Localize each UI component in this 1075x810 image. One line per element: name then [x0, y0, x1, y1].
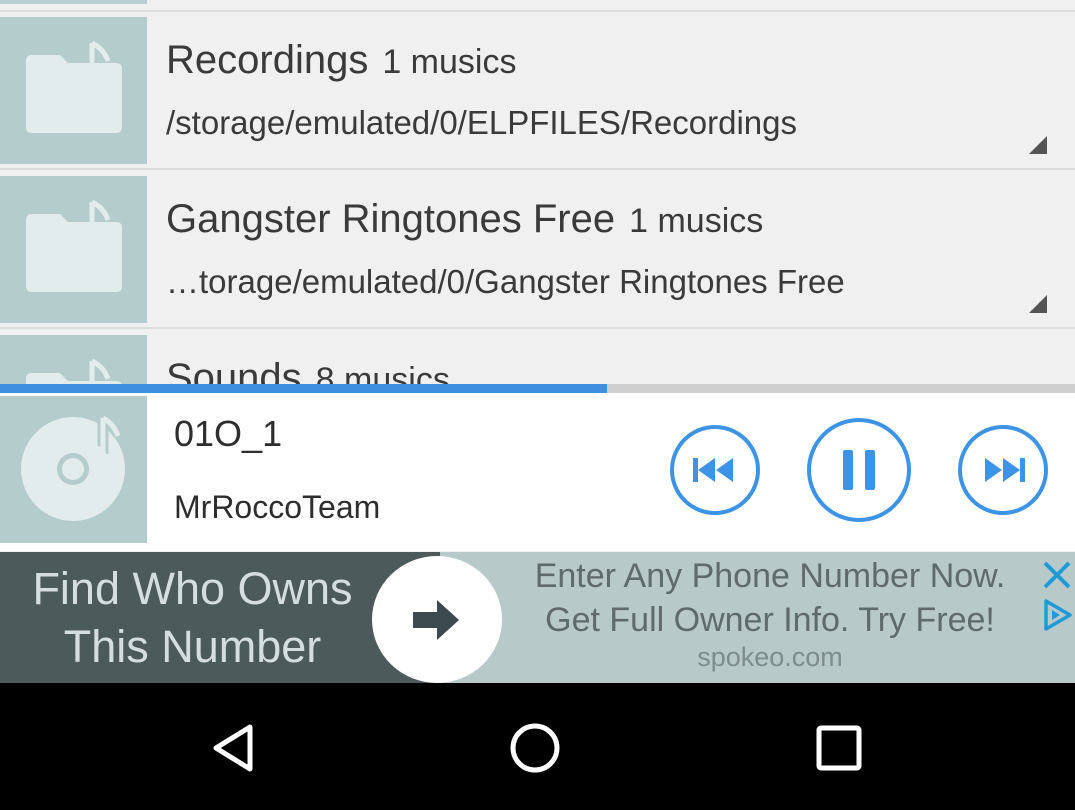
arrow-right-icon: [413, 599, 459, 640]
ad-headline-line2: This Number: [63, 621, 322, 672]
folder-item-sounds[interactable]: Sounds 8 musics: [0, 330, 1075, 384]
folder-title-line: Gangster Ringtones Free 1 musics: [166, 197, 763, 242]
ad-body-line2: Get Full Owner Info. Try Free!: [545, 601, 995, 639]
previous-button[interactable]: [670, 425, 760, 515]
recents-icon: [816, 725, 862, 771]
playback-progress-fill: [0, 384, 608, 393]
system-navigation-bar: [0, 683, 1075, 810]
ad-headline: Find Who Owns This Number: [0, 560, 385, 676]
close-icon: [1043, 561, 1071, 589]
pause-button[interactable]: [807, 418, 911, 522]
folder-title-line: Recordings 1 musics: [166, 38, 516, 83]
folder-title-line: Sounds 8 musics: [166, 356, 450, 384]
home-icon: [510, 723, 560, 773]
folder-title: Gangster Ringtones Free: [166, 197, 616, 241]
folder-path: …torage/emulated/0/Gangster Ringtones Fr…: [166, 263, 845, 300]
folder-count: 8 musics: [315, 361, 450, 384]
ad-close-button[interactable]: [1040, 558, 1074, 592]
track-title: 01O_1: [174, 413, 283, 454]
ad-body: Enter Any Phone Number Now. Get Full Own…: [510, 554, 1030, 642]
nav-home-button[interactable]: [500, 713, 570, 783]
disc-music-icon: [21, 415, 125, 521]
skip-next-icon: [985, 458, 1025, 482]
folder-thumbnail: [0, 335, 147, 384]
mini-player[interactable]: 01O_1 MrRoccoTeam: [0, 393, 1075, 551]
folder-path: /storage/emulated/0/ELPFILES/Recordings: [166, 104, 798, 141]
folder-title: Sounds: [166, 356, 302, 384]
ad-banner[interactable]: Find Who Owns This Number Enter Any Phon…: [0, 552, 1075, 683]
folder-music-icon: [26, 199, 122, 292]
nav-back-button[interactable]: [198, 713, 268, 783]
pause-icon: [843, 450, 875, 490]
skip-previous-icon: [693, 458, 733, 482]
ad-headline-line1: Find Who Owns: [32, 563, 353, 614]
folder-count: 1 musics: [382, 43, 517, 81]
folder-thumbnail: [0, 176, 147, 323]
folder-thumbnail: [0, 0, 147, 4]
adchoices-icon: [1044, 599, 1072, 631]
album-art: [0, 396, 147, 543]
playback-progress-bar[interactable]: [0, 384, 1075, 393]
next-button[interactable]: [958, 425, 1048, 515]
ad-cta-button[interactable]: [372, 556, 502, 683]
track-artist: MrRoccoTeam: [174, 489, 381, 525]
folder-item-recordings[interactable]: Recordings 1 musics /storage/emulated/0/E…: [0, 12, 1075, 170]
folder-item-gangster-ringtones[interactable]: Gangster Ringtones Free 1 musics …torage/…: [0, 171, 1075, 329]
expand-corner-icon[interactable]: [1029, 295, 1047, 313]
folder-count: 1 musics: [629, 202, 764, 240]
back-icon: [213, 724, 253, 772]
ad-domain: spokeo.com: [697, 642, 843, 672]
folder-music-icon: [26, 358, 122, 384]
expand-corner-icon[interactable]: [1029, 136, 1047, 154]
ad-body-line1: Enter Any Phone Number Now.: [534, 557, 1006, 595]
list-item-partial: [0, 0, 1075, 12]
folder-music-icon: [26, 40, 122, 133]
folder-list: Recordings 1 musics /storage/emulated/0/E…: [0, 0, 1075, 384]
folder-title: Recordings: [166, 38, 369, 82]
nav-recents-button[interactable]: [804, 713, 874, 783]
folder-thumbnail: [0, 17, 147, 164]
ad-choices-button[interactable]: [1040, 598, 1074, 632]
